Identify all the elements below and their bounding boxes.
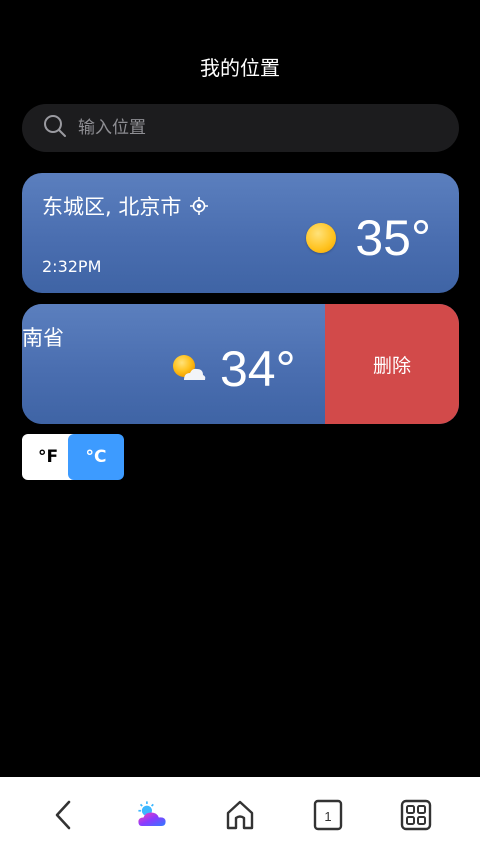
delete-button[interactable]: 删除 — [325, 304, 459, 424]
unit-toggle[interactable]: °F °C — [22, 434, 124, 480]
celsius-button[interactable]: °C — [68, 434, 124, 480]
current-location-icon — [190, 197, 209, 215]
home-icon — [226, 800, 254, 830]
location-temp: 34° — [220, 341, 296, 397]
location-temp: 35° — [355, 210, 431, 266]
weather-app-icon — [138, 801, 166, 827]
partly-cloudy-icon — [173, 355, 206, 380]
search-icon — [42, 113, 68, 143]
navigation-bar: 1 — [0, 777, 480, 853]
back-button[interactable] — [42, 793, 86, 837]
sun-icon — [306, 223, 336, 253]
apps-button[interactable] — [394, 793, 438, 837]
home-button[interactable] — [218, 793, 262, 837]
city-name: 南省 — [22, 326, 64, 350]
location-time: 2:32PM — [42, 257, 102, 276]
city-name: 东城区, 北京市 — [42, 195, 182, 219]
page-title: 我的位置 — [200, 56, 280, 80]
tabs-icon: 1 — [313, 799, 343, 831]
weather-app-button[interactable] — [130, 793, 174, 837]
back-icon — [55, 800, 71, 830]
location-card[interactable]: 东城区, 北京市 2:32PM 35° — [22, 173, 459, 293]
location-card-swiped[interactable]: 南省 34° 删除 — [22, 304, 459, 424]
location-card-content[interactable]: 南省 34° — [22, 304, 325, 424]
fahrenheit-button[interactable]: °F — [22, 434, 74, 480]
tab-count: 1 — [324, 809, 331, 824]
search-bar[interactable] — [22, 104, 459, 152]
search-input[interactable] — [78, 118, 418, 138]
tabs-button[interactable]: 1 — [306, 793, 350, 837]
location-city: 东城区, 北京市 — [42, 191, 209, 221]
apps-icon — [400, 799, 432, 831]
